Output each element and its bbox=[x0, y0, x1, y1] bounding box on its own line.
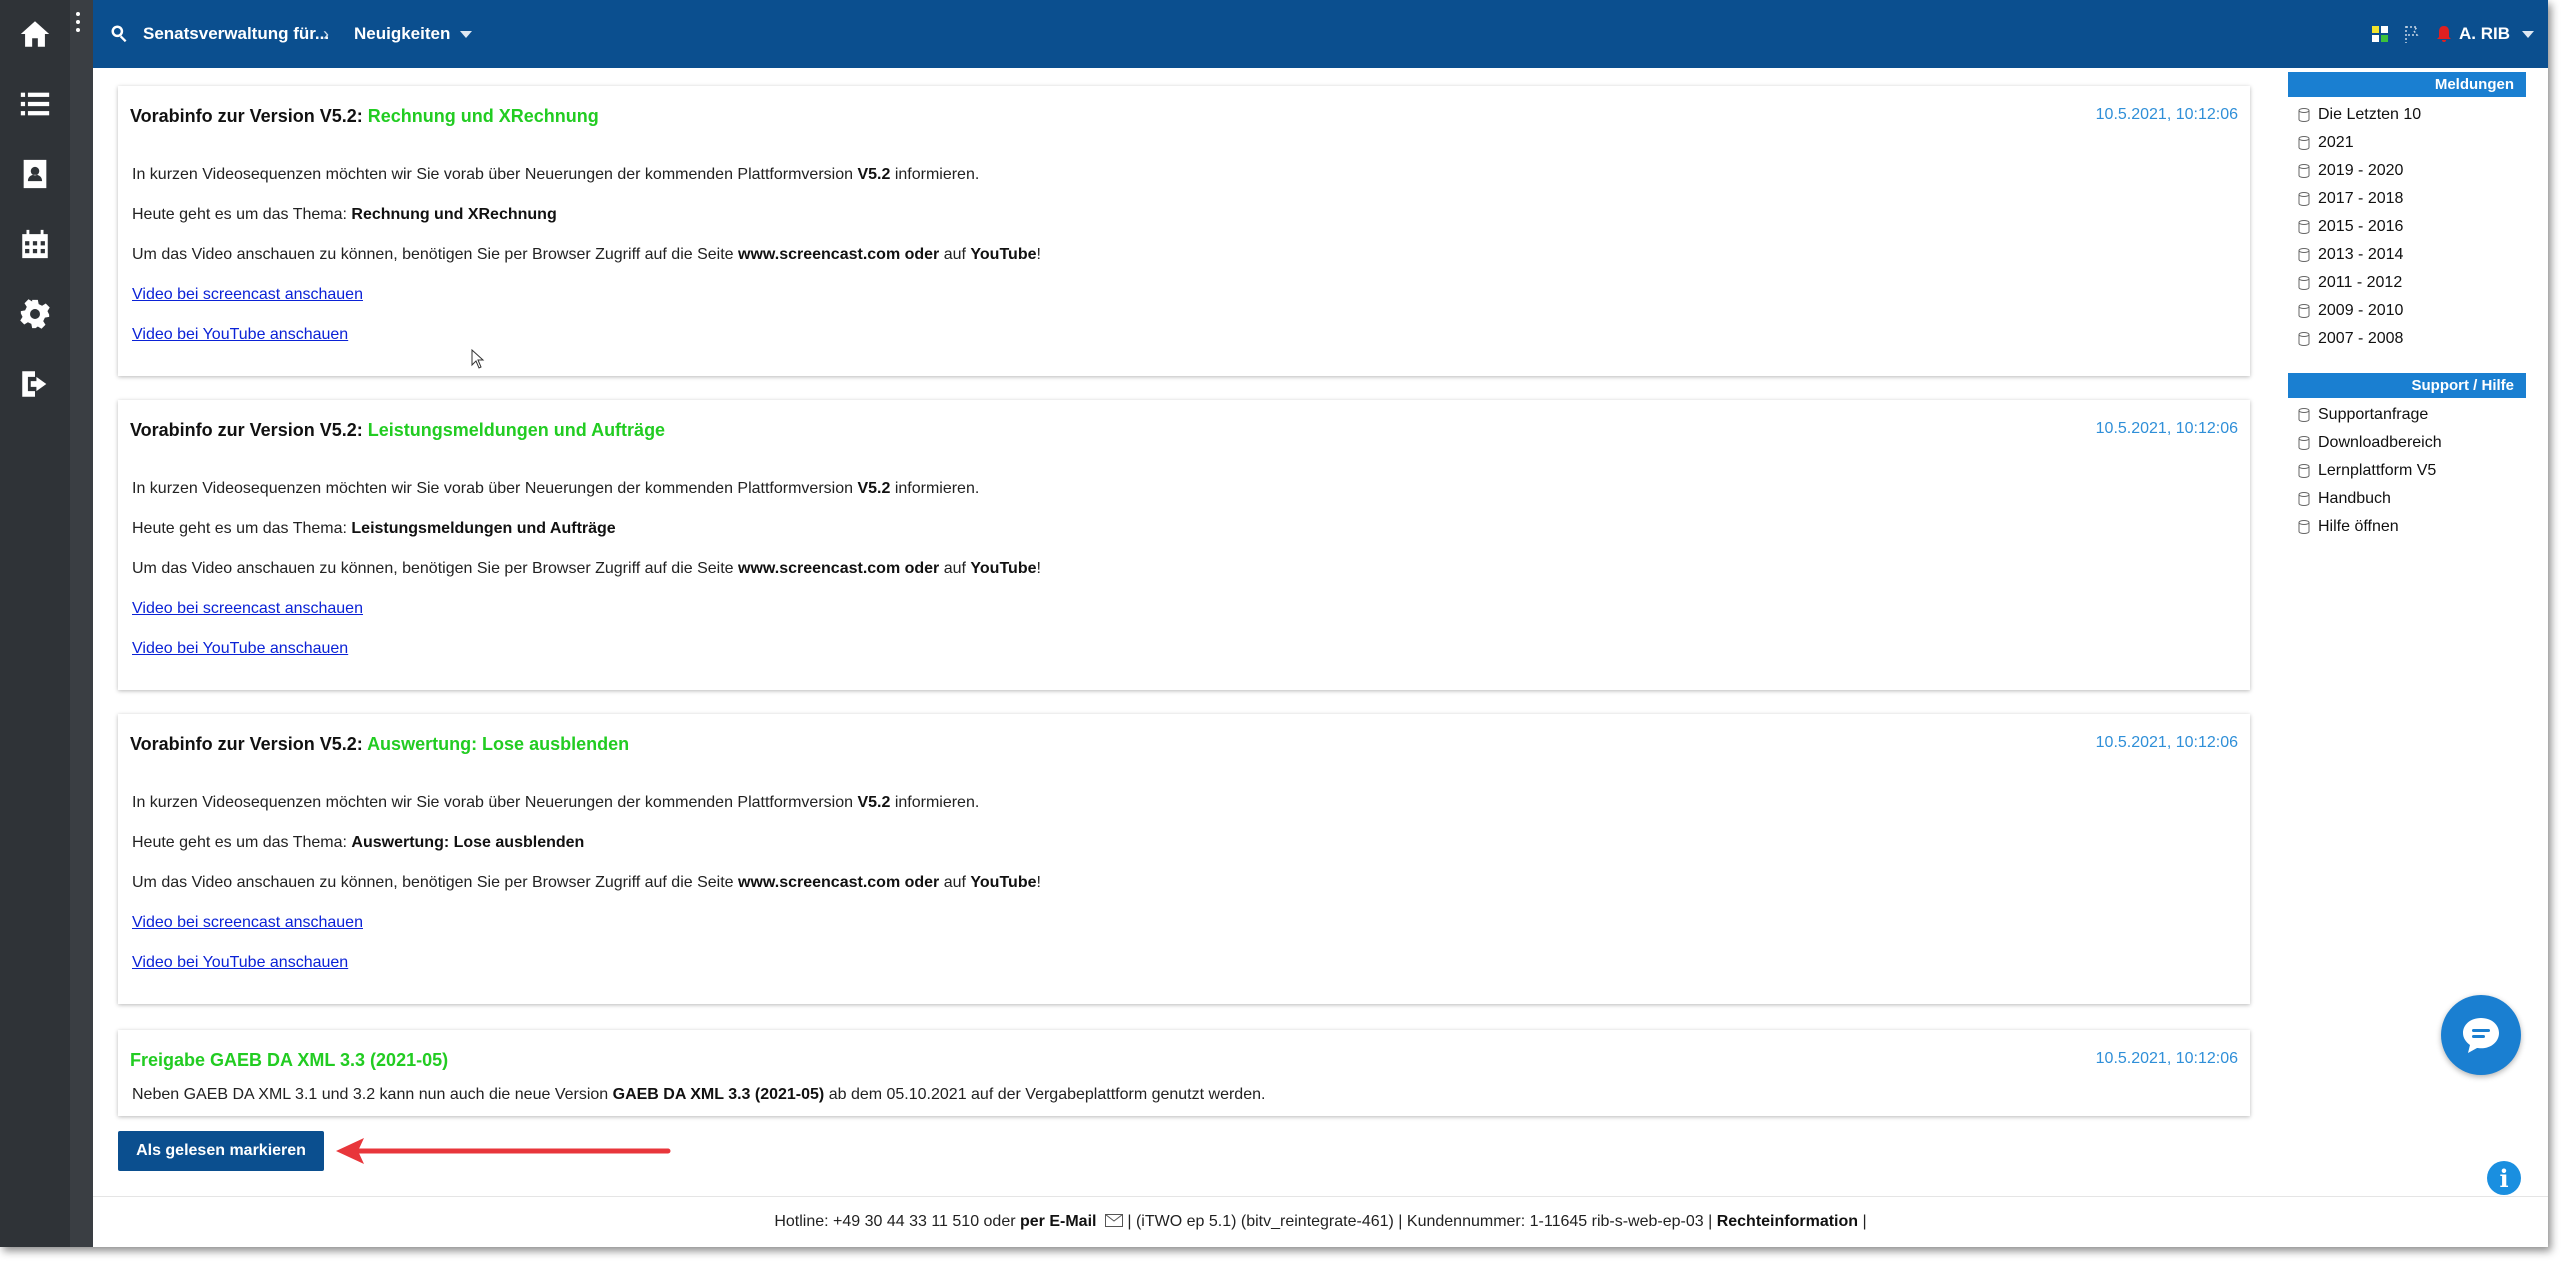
news-title: Vorabinfo zur Version V5.2: Auswertung: … bbox=[130, 734, 630, 754]
settings-icon[interactable] bbox=[0, 284, 70, 344]
sidebar-item-2017-2018[interactable]: 2017 - 2018 bbox=[2298, 190, 2403, 208]
news-date: 10.5.2021, 10:12:06 bbox=[2095, 420, 2238, 437]
news-title: Freigabe GAEB DA XML 3.3 (2021-05) bbox=[130, 1050, 449, 1070]
youtube-video-link[interactable]: Video bei YouTube anschauen bbox=[132, 954, 348, 972]
news-card: Vorabinfo zur Version V5.2: Rechnung und… bbox=[118, 86, 2250, 376]
news-title: Vorabinfo zur Version V5.2: Leistungsmel… bbox=[130, 420, 666, 440]
breadcrumb-page[interactable]: Neuigkeiten bbox=[354, 0, 473, 68]
news-intro: In kurzen Videosequenzen möchten wir Sie… bbox=[132, 480, 980, 497]
mail-icon bbox=[1104, 1214, 1123, 1227]
database-icon bbox=[2298, 332, 2310, 346]
news-access-note: Um das Video anschauen zu können, benöti… bbox=[132, 246, 1041, 263]
search-icon[interactable] bbox=[109, 23, 129, 43]
contacts-icon[interactable] bbox=[0, 144, 70, 204]
info-icon[interactable]: i bbox=[2487, 1161, 2521, 1195]
database-icon bbox=[2298, 520, 2310, 534]
toolbar-icons bbox=[2370, 22, 2454, 46]
sidebar-item-lernplattform[interactable]: Lernplattform V5 bbox=[2298, 462, 2436, 480]
database-icon bbox=[2298, 436, 2310, 450]
top-bar: Senatsverwaltung für... › Neuigkeiten A.… bbox=[93, 0, 2548, 68]
sidebar-item-2019-2020[interactable]: 2019 - 2020 bbox=[2298, 162, 2403, 180]
home-icon[interactable] bbox=[0, 4, 70, 64]
news-text: Neben GAEB DA XML 3.1 und 3.2 kann nun a… bbox=[132, 1086, 1266, 1103]
logout-icon[interactable] bbox=[0, 354, 70, 414]
news-intro: In kurzen Videosequenzen möchten wir Sie… bbox=[132, 794, 980, 811]
chevron-down-icon bbox=[2522, 30, 2534, 38]
list-icon[interactable] bbox=[0, 74, 70, 134]
news-card: Vorabinfo zur Version V5.2: Leistungsmel… bbox=[118, 400, 2250, 690]
sidebar-item-die-letzten-10[interactable]: Die Letzten 10 bbox=[2298, 106, 2421, 124]
database-icon bbox=[2298, 492, 2310, 506]
database-icon bbox=[2298, 464, 2310, 478]
mark-as-read-button[interactable]: Als gelesen markieren bbox=[118, 1131, 324, 1171]
database-icon bbox=[2298, 408, 2310, 422]
chevron-down-icon bbox=[460, 30, 473, 38]
footer: Hotline: +49 30 44 33 11 510 oder per E-… bbox=[93, 1196, 2548, 1247]
app-window: Senatsverwaltung für... › Neuigkeiten A.… bbox=[0, 0, 2548, 1247]
widgets-icon[interactable] bbox=[2370, 24, 2390, 44]
youtube-video-link[interactable]: Video bei YouTube anschauen bbox=[132, 640, 348, 658]
sidebar-item-hilfe-oeffnen[interactable]: Hilfe öffnen bbox=[2298, 518, 2399, 536]
left-rail bbox=[0, 0, 70, 1247]
database-icon bbox=[2298, 136, 2310, 150]
user-menu[interactable]: A. RIB bbox=[2459, 0, 2534, 68]
news-topic: Heute geht es um das Thema: Rechnung und… bbox=[132, 206, 557, 223]
database-icon bbox=[2298, 276, 2310, 290]
chat-button[interactable] bbox=[2441, 995, 2521, 1075]
database-icon bbox=[2298, 248, 2310, 262]
news-card: Vorabinfo zur Version V5.2: Auswertung: … bbox=[118, 714, 2250, 1004]
news-date: 10.5.2021, 10:12:06 bbox=[2095, 734, 2238, 751]
email-link[interactable]: per E-Mail bbox=[1020, 1213, 1096, 1230]
database-icon bbox=[2298, 164, 2310, 178]
news-card-gaeb: Freigabe GAEB DA XML 3.3 (2021-05) 10.5.… bbox=[118, 1030, 2250, 1116]
sidebar-item-2015-2016[interactable]: 2015 - 2016 bbox=[2298, 218, 2403, 236]
database-icon bbox=[2298, 108, 2310, 122]
notification-bell-icon[interactable] bbox=[2434, 24, 2454, 44]
red-arrow-annotation bbox=[336, 1138, 671, 1164]
news-date: 10.5.2021, 10:12:06 bbox=[2095, 106, 2238, 123]
sidebar-item-supportanfrage[interactable]: Supportanfrage bbox=[2298, 406, 2428, 424]
news-topic: Heute geht es um das Thema: Auswertung: … bbox=[132, 834, 585, 851]
database-icon bbox=[2298, 220, 2310, 234]
calendar-icon[interactable] bbox=[0, 214, 70, 274]
breadcrumb-organization[interactable]: Senatsverwaltung für... bbox=[143, 0, 329, 68]
database-icon bbox=[2298, 304, 2310, 318]
database-icon bbox=[2298, 192, 2310, 206]
legal-link[interactable]: Rechteinformation bbox=[1717, 1213, 1858, 1230]
screencast-video-link[interactable]: Video bei screencast anschauen bbox=[132, 914, 363, 932]
sidebar-item-handbuch[interactable]: Handbuch bbox=[2298, 490, 2391, 508]
meldungen-header: Meldungen bbox=[2288, 72, 2526, 97]
youtube-video-link[interactable]: Video bei YouTube anschauen bbox=[132, 326, 348, 344]
news-date: 10.5.2021, 10:12:06 bbox=[2095, 1050, 2238, 1067]
sidebar-item-2013-2014[interactable]: 2013 - 2014 bbox=[2298, 246, 2403, 264]
screencast-video-link[interactable]: Video bei screencast anschauen bbox=[132, 600, 363, 618]
news-intro: In kurzen Videosequenzen möchten wir Sie… bbox=[132, 166, 980, 183]
chevron-right-icon: › bbox=[323, 24, 329, 44]
flag-icon[interactable] bbox=[2402, 24, 2422, 44]
sidebar-item-2007-2008[interactable]: 2007 - 2008 bbox=[2298, 330, 2403, 348]
screencast-video-link[interactable]: Video bei screencast anschauen bbox=[132, 286, 363, 304]
sidebar-item-2009-2010[interactable]: 2009 - 2010 bbox=[2298, 302, 2403, 320]
news-access-note: Um das Video anschauen zu können, benöti… bbox=[132, 560, 1041, 577]
rail-divider bbox=[70, 0, 93, 1247]
kebab-menu-icon[interactable] bbox=[76, 12, 86, 36]
news-topic: Heute geht es um das Thema: Leistungsmel… bbox=[132, 520, 616, 537]
sidebar-item-2011-2012[interactable]: 2011 - 2012 bbox=[2298, 274, 2402, 292]
news-access-note: Um das Video anschauen zu können, benöti… bbox=[132, 874, 1041, 891]
news-title: Vorabinfo zur Version V5.2: Rechnung und… bbox=[130, 106, 599, 126]
sidebar-item-2021[interactable]: 2021 bbox=[2298, 134, 2354, 152]
support-header: Support / Hilfe bbox=[2288, 373, 2526, 398]
chat-bubble-icon bbox=[2463, 1018, 2499, 1053]
sidebar-item-downloadbereich[interactable]: Downloadbereich bbox=[2298, 434, 2442, 452]
mouse-cursor-icon bbox=[471, 349, 485, 369]
